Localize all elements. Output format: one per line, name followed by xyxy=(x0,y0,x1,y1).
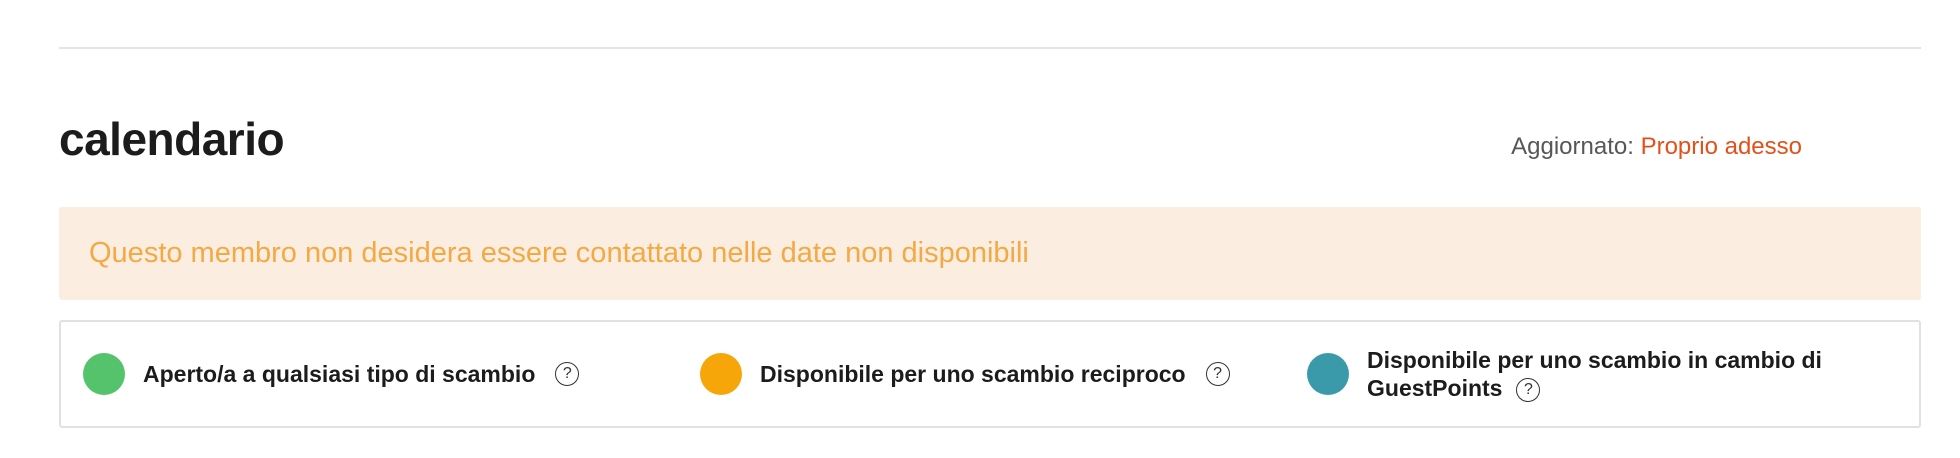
question-circle-icon[interactable]: ? xyxy=(1516,377,1541,402)
question-circle-icon[interactable]: ? xyxy=(1205,362,1230,386)
legend-label-guestpoints-line2-wrap: GuestPoints? xyxy=(1367,374,1822,402)
calendar-legend: Aperto/a a qualsiasi tipo di scambio ? D… xyxy=(59,320,1921,428)
orange-dot-icon xyxy=(700,353,742,395)
green-dot-icon xyxy=(83,353,125,395)
question-circle-icon[interactable]: ? xyxy=(555,362,580,386)
notice-text: Questo membro non desidera essere contat… xyxy=(89,237,1029,269)
legend-label-reciprocal: Disponibile per uno scambio reciproco xyxy=(760,361,1186,387)
last-updated-value[interactable]: Proprio adesso xyxy=(1641,133,1802,160)
section-divider xyxy=(59,47,1921,49)
legend-item-reciprocal: Disponibile per uno scambio reciproco ? xyxy=(700,322,1230,426)
legend-label-any-exchange: Aperto/a a qualsiasi tipo di scambio xyxy=(143,361,536,387)
legend-item-guestpoints: Disponibile per uno scambio in cambio di… xyxy=(1307,322,1822,426)
legend-label-guestpoints-line2: GuestPoints xyxy=(1367,375,1503,401)
last-updated: Aggiornato: Proprio adesso xyxy=(1511,133,1802,161)
teal-dot-icon xyxy=(1307,353,1349,395)
last-updated-label: Aggiornato: xyxy=(1511,133,1634,160)
availability-notice: Questo membro non desidera essere contat… xyxy=(59,207,1921,300)
legend-label-guestpoints-line1: Disponibile per uno scambio in cambio di xyxy=(1367,347,1822,373)
page-title: calendario xyxy=(59,113,285,165)
legend-item-any-exchange: Aperto/a a qualsiasi tipo di scambio ? xyxy=(83,322,580,426)
legend-label-guestpoints: Disponibile per uno scambio in cambio di… xyxy=(1367,346,1822,402)
